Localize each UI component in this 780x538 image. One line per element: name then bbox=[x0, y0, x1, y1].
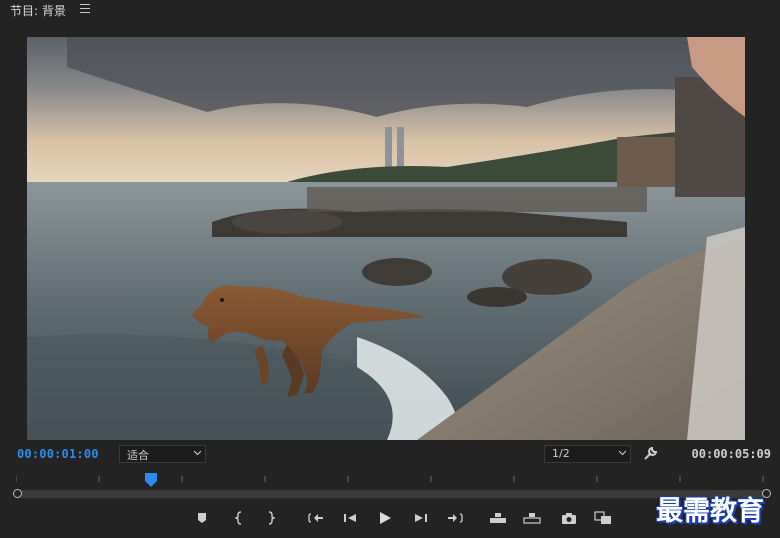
play-icon bbox=[380, 512, 391, 524]
monitor-controls-row: 00:00:01:00 适合 1/2 00:00:05:09 bbox=[0, 442, 780, 466]
watermark-logo-text: 最需教育 bbox=[656, 496, 764, 527]
camera-icon bbox=[562, 513, 576, 524]
hamburger-menu-icon[interactable] bbox=[80, 4, 90, 14]
resolution-select[interactable]: 1/2 bbox=[544, 445, 631, 463]
extract-icon bbox=[523, 513, 541, 524]
mark-in-button[interactable] bbox=[230, 510, 248, 526]
timeline-track[interactable] bbox=[16, 490, 766, 498]
lift-icon bbox=[490, 513, 506, 523]
comparison-view-icon bbox=[594, 511, 611, 524]
current-timecode[interactable]: 00:00:01:00 bbox=[17, 447, 99, 461]
panel-header: 节目: 背景 bbox=[0, 0, 780, 20]
add-marker-button[interactable] bbox=[193, 510, 211, 526]
go-to-out-icon bbox=[448, 513, 463, 523]
panel-title[interactable]: 节目: 背景 bbox=[10, 2, 66, 19]
duration-timecode: 00:00:05:09 bbox=[691, 447, 771, 461]
playhead-marker[interactable] bbox=[145, 473, 157, 487]
chevron-down-icon bbox=[194, 450, 201, 456]
wrench-settings-icon[interactable] bbox=[642, 446, 658, 462]
lift-button[interactable] bbox=[489, 510, 507, 526]
in-point-handle[interactable] bbox=[13, 489, 22, 498]
video-frame-image bbox=[27, 37, 745, 440]
time-ruler-ticks bbox=[16, 476, 764, 482]
step-back-button[interactable] bbox=[341, 510, 359, 526]
zoom-select[interactable]: 适合 bbox=[119, 445, 206, 463]
extract-button[interactable] bbox=[523, 510, 541, 526]
mark-out-button[interactable] bbox=[262, 510, 280, 526]
step-back-icon bbox=[344, 514, 356, 522]
zoom-select-value: 适合 bbox=[127, 449, 149, 462]
step-forward-icon bbox=[415, 514, 427, 522]
export-frame-button[interactable] bbox=[560, 510, 578, 526]
mark-in-icon bbox=[234, 511, 242, 525]
go-to-out-button[interactable] bbox=[446, 510, 464, 526]
play-button[interactable] bbox=[376, 510, 394, 526]
resolution-select-value: 1/2 bbox=[552, 447, 570, 460]
chevron-down-icon bbox=[619, 450, 626, 456]
mark-out-icon bbox=[268, 511, 276, 525]
marker-icon bbox=[198, 513, 206, 523]
comparison-view-button[interactable] bbox=[594, 510, 612, 526]
go-to-in-icon bbox=[308, 513, 323, 523]
program-monitor-preview[interactable] bbox=[27, 37, 745, 440]
step-forward-button[interactable] bbox=[412, 510, 430, 526]
timeline-scrubber[interactable] bbox=[13, 470, 771, 500]
go-to-in-button[interactable] bbox=[307, 510, 325, 526]
